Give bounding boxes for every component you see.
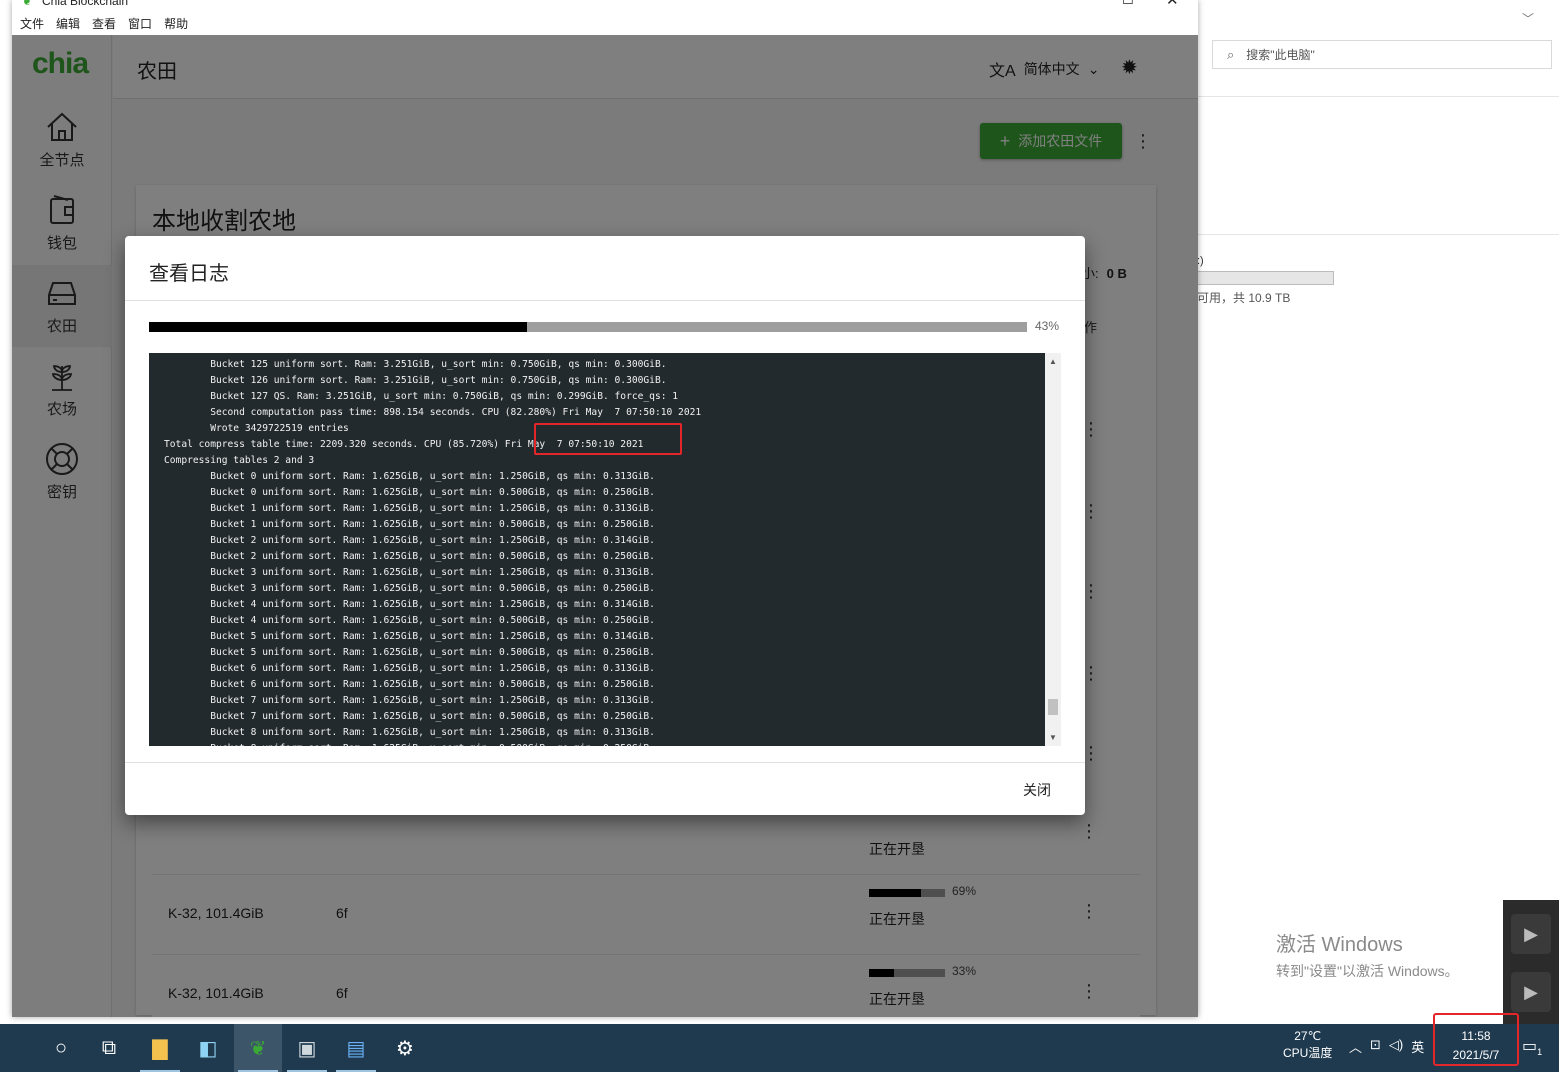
dialog-title: 查看日志 [149, 263, 229, 285]
menu-window[interactable]: 窗口 [128, 15, 152, 35]
plot-progress-pct: 43% [1035, 319, 1060, 333]
chevron-down-icon[interactable]: ﹀ [1522, 10, 1534, 27]
activate-title: 激活 Windows [1276, 934, 1403, 956]
search-placeholder: 搜索"此电脑" [1246, 48, 1315, 62]
activate-hint: 转到"设置"以激活 Windows。 [1276, 963, 1459, 979]
divider [1197, 234, 1559, 235]
side-thumbnails: ▶ ▶ [1503, 900, 1559, 1024]
video-thumb-icon[interactable]: ▶ [1511, 972, 1551, 1012]
settings-icon[interactable]: ⚙ [381, 1024, 429, 1072]
remote-desktop-icon[interactable]: ▣ [283, 1024, 331, 1072]
window-title: Chia Blockchain [42, 0, 129, 8]
close-button[interactable]: 关闭 [1023, 780, 1051, 800]
menu-file[interactable]: 文件 [20, 15, 44, 35]
save-app-icon[interactable]: ▤ [332, 1024, 380, 1072]
notification-count: 1 [1537, 1047, 1543, 1058]
plot-progress-bar [149, 322, 1027, 332]
search-icon: ⌕ [1227, 46, 1235, 62]
notepad-icon[interactable]: ◧ [184, 1024, 232, 1072]
file-explorer-icon[interactable]: ▇ [136, 1024, 184, 1072]
drive-label: :) [1197, 255, 1204, 267]
drive-usage-bar [1197, 271, 1334, 285]
menu-help[interactable]: 帮助 [164, 15, 188, 35]
notification-center-icon[interactable]: ▭1 [1522, 1036, 1542, 1057]
network-icon[interactable]: ⊡ [1370, 1037, 1381, 1056]
menu-edit[interactable]: 编辑 [56, 15, 80, 35]
cpu-temp-label: CPU温度 [1283, 1046, 1333, 1060]
divider [1197, 96, 1559, 97]
search-input[interactable]: ⌕ 搜索"此电脑" [1212, 40, 1552, 69]
taskbar: ○ ⧉ ▇ ◧ ❦ ▣ ▤ ⚙ 27℃ CPU温度 ︿ ⊡ ◁) 英 11:58… [0, 1024, 1559, 1072]
system-tray: ︿ ⊡ ◁) 英 [1349, 1037, 1424, 1056]
close-icon[interactable]: ✕ [1166, 0, 1179, 9]
log-text: Bucket 125 uniform sort. Ram: 3.251GiB, … [164, 359, 702, 746]
highlight-box [1433, 1013, 1519, 1066]
menu-view[interactable]: 查看 [92, 15, 116, 35]
highlight-box [534, 423, 682, 455]
window-titlebar: ❦ Chia Blockchain ☐ ✕ [12, 0, 1198, 14]
divider [125, 762, 1085, 763]
task-view-icon[interactable]: ⧉ [85, 1024, 133, 1072]
cpu-temp: 27℃ CPU温度 [1283, 1028, 1332, 1062]
scroll-down-icon[interactable]: ▼ [1049, 733, 1057, 742]
log-console[interactable]: Bucket 125 uniform sort. Ram: 3.251GiB, … [149, 353, 1061, 746]
chia-icon[interactable]: ❦ [234, 1024, 282, 1072]
video-thumb-icon[interactable]: ▶ [1511, 914, 1551, 954]
cortana-icon[interactable]: ○ [37, 1024, 85, 1072]
divider [125, 300, 1085, 301]
cpu-temp-value: 27℃ [1294, 1029, 1322, 1043]
drive-capacity: 可用，共 10.9 TB [1197, 291, 1291, 305]
file-explorer-window: ﹀ ⌕ 搜索"此电脑" :) 可用，共 10.9 TB [1197, 0, 1559, 1024]
chevron-up-icon[interactable]: ︿ [1349, 1037, 1362, 1056]
maximize-icon[interactable]: ☐ [1122, 0, 1134, 8]
view-log-dialog: 查看日志 43% Bucket 125 uniform sort. Ram: 3… [125, 236, 1085, 815]
menu-bar: 文件 编辑 查看 窗口 帮助 [12, 15, 1198, 35]
scrollbar-thumb[interactable] [1048, 699, 1058, 715]
activate-windows-watermark: 激活 Windows 转到"设置"以激活 Windows。 [1276, 928, 1459, 981]
scrollbar[interactable]: ▲ ▼ [1045, 353, 1061, 746]
scroll-up-icon[interactable]: ▲ [1049, 357, 1057, 366]
chia-leaf-icon: ❦ [22, 0, 33, 8]
ime-indicator[interactable]: 英 [1411, 1037, 1424, 1056]
volume-icon[interactable]: ◁) [1389, 1037, 1403, 1056]
